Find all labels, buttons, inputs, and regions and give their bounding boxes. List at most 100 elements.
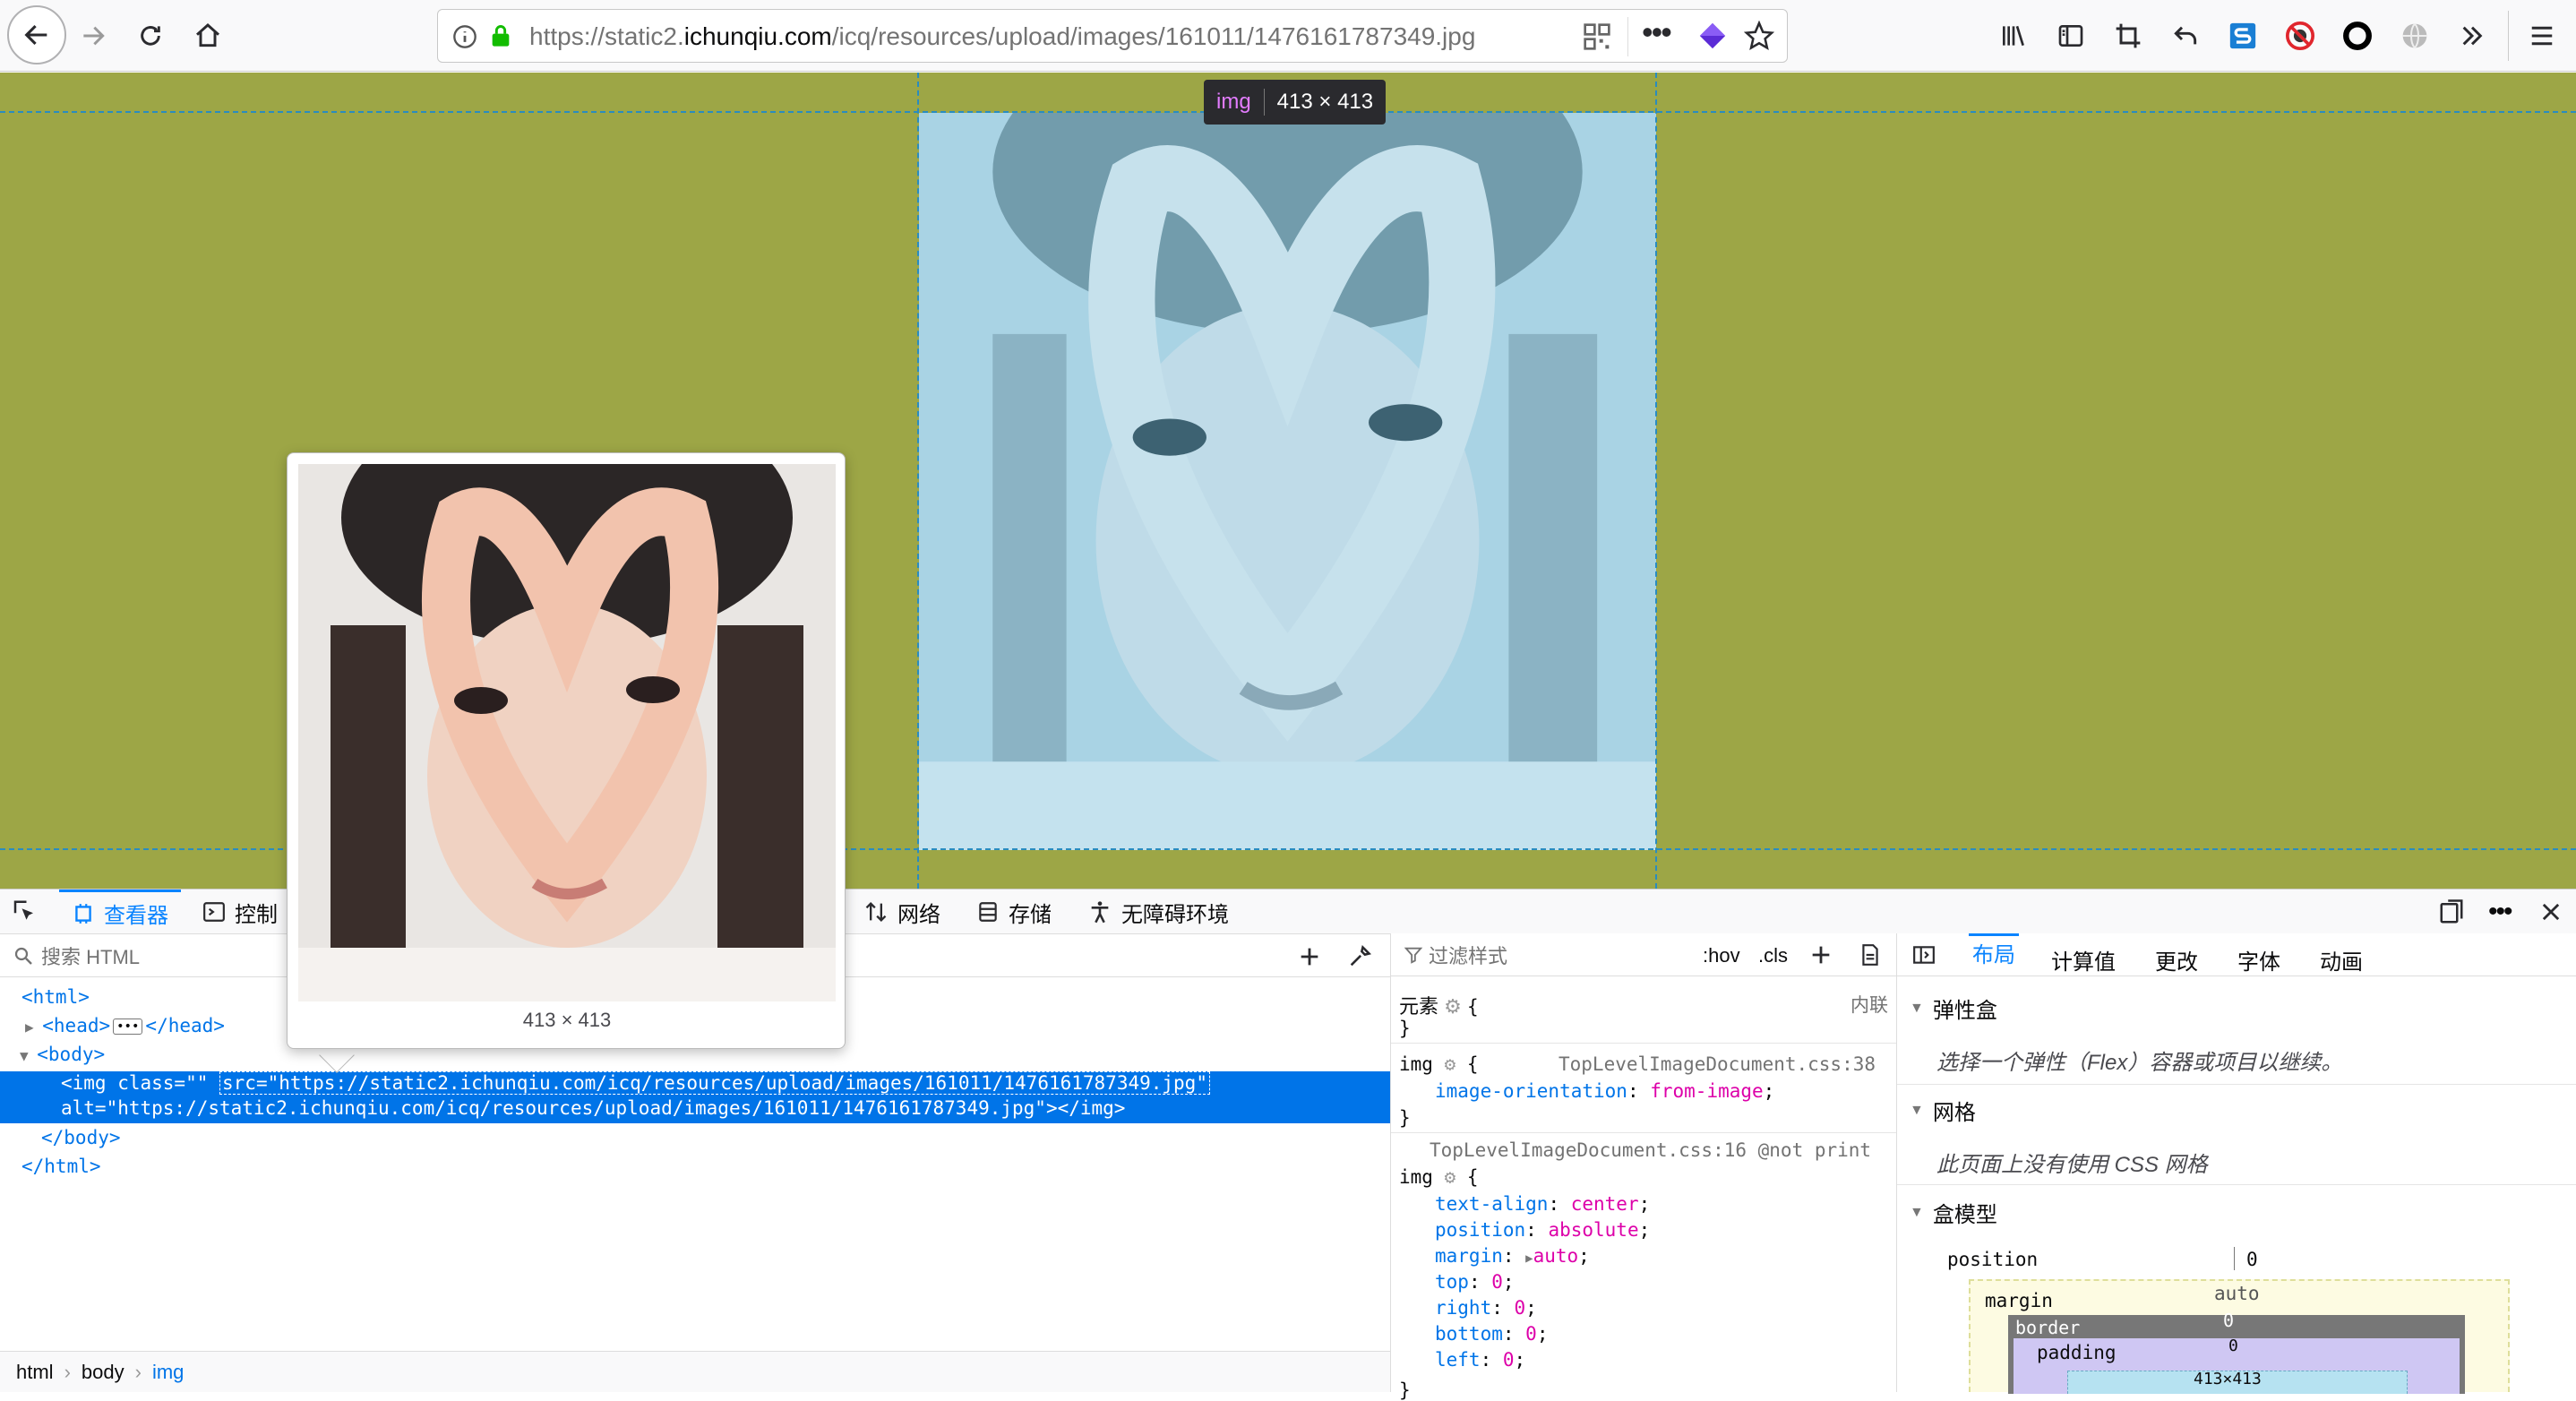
add-rule-icon[interactable] [1808, 942, 1833, 967]
rule1-decl[interactable]: image-orientation: from-image; [1435, 1080, 1774, 1102]
divider [1391, 1043, 1896, 1044]
box-position-label: position [1947, 1249, 2039, 1270]
flex-section-header[interactable]: ▼ 弹性盒 [1910, 993, 1997, 1024]
box-border-value[interactable]: 0 [2223, 1310, 2234, 1331]
tab-inspector[interactable]: 查看器 [59, 890, 181, 934]
gear-icon[interactable]: ⚙ [1445, 1166, 1456, 1188]
flex-message: 选择一个弹性（Flex）容器或项目以继续。 [1936, 1051, 2343, 1075]
info-icon[interactable] [452, 24, 477, 49]
box-model-section-header[interactable]: ▼ 盒模型 [1910, 1197, 1997, 1228]
box-padding-value[interactable]: 0 [2228, 1337, 2238, 1355]
markup-html-open[interactable]: <html> [21, 986, 90, 1008]
tab-computed[interactable]: 计算值 [2051, 944, 2116, 976]
rule2-source[interactable]: TopLevelImageDocument.css:16 @not print [1430, 1139, 1871, 1161]
chevron-down-icon: ▼ [1910, 1204, 1924, 1220]
tab-changes[interactable]: 更改 [2155, 944, 2198, 976]
extension-gem-icon[interactable] [1697, 21, 1728, 51]
rule-close-brace: } [1399, 1018, 1411, 1039]
guide-line-right [1655, 73, 1657, 889]
box-margin-top[interactable]: auto [2214, 1283, 2260, 1304]
close-devtools-button[interactable] [2538, 890, 2563, 934]
cls-toggle[interactable]: .cls [1758, 944, 1788, 967]
toggle-sidebar-icon[interactable] [1911, 943, 1936, 967]
home-icon [196, 23, 219, 47]
markup-body-open[interactable]: ▼ <body> [20, 1044, 105, 1065]
style-filter-bar[interactable]: 过滤样式 :hov .cls [1391, 933, 1896, 976]
sidebar-button[interactable] [2048, 13, 2094, 59]
crop-icon [2116, 23, 2141, 48]
url-bar[interactable]: https://static2.ichunqiu.com/icq/resourc… [437, 9, 1788, 63]
gear-icon[interactable]: ⚙ [1444, 995, 1462, 1018]
tab-console[interactable]: 控制 [202, 890, 278, 934]
hov-toggle[interactable]: :hov [1703, 944, 1740, 967]
extension-s-button[interactable] [2220, 13, 2266, 59]
s-logo-icon [2229, 22, 2256, 49]
screenshot-button[interactable] [2105, 13, 2151, 59]
chevron-double-right-icon [2462, 26, 2483, 46]
print-simulation-icon[interactable] [1859, 942, 1882, 967]
box-position-value[interactable]: 0 [2246, 1249, 2258, 1270]
markup-img-line1[interactable]: <img class="" src="https://static2.ichun… [61, 1071, 1210, 1095]
rule2-decl-position[interactable]: position: absolute; [1435, 1219, 1650, 1241]
rule2-decl-bottom[interactable]: bottom: 0; [1435, 1323, 1548, 1345]
divider [1627, 17, 1628, 56]
rule2-decl-top[interactable]: top: 0; [1435, 1271, 1515, 1293]
library-button[interactable] [1990, 13, 2037, 59]
rule2-decl-margin[interactable]: margin: ▶auto; [1435, 1245, 1590, 1267]
tab-layout[interactable]: 布局 [1969, 933, 2019, 976]
reload-button[interactable] [127, 13, 174, 59]
arrow-right-icon [83, 26, 105, 46]
url-text[interactable]: https://static2.ichunqiu.com/icq/resourc… [529, 22, 1475, 51]
gear-icon[interactable]: ⚙ [1445, 1053, 1456, 1075]
rule2-decl-right[interactable]: right: 0; [1435, 1297, 1537, 1319]
qr-code-icon[interactable] [1583, 22, 1611, 51]
rule2-decl-left[interactable]: left: 0; [1435, 1349, 1525, 1371]
divider [1896, 933, 1897, 1392]
undo-button[interactable] [2162, 13, 2209, 59]
expand-arrow-icon[interactable]: ▶ [1525, 1251, 1533, 1266]
rule1-source[interactable]: TopLevelImageDocument.css:38 [1558, 1053, 1876, 1075]
page-image-highlighted[interactable] [919, 113, 1656, 850]
markup-head[interactable]: ▶ <head> ••• </head> [25, 1015, 225, 1036]
star-bookmark-icon[interactable] [1744, 21, 1774, 51]
ellipsis-icon[interactable]: ••• [113, 1019, 143, 1035]
eyedropper-icon[interactable] [1347, 944, 1372, 969]
extension-globe-button[interactable] [2391, 13, 2438, 59]
extension-circle-button[interactable] [2334, 13, 2381, 59]
tab-animations[interactable]: 动画 [2320, 944, 2363, 976]
rule2-decl-text-align[interactable]: text-align: center; [1435, 1193, 1650, 1215]
sidebar-icon [2058, 25, 2083, 47]
home-button[interactable] [185, 13, 231, 59]
overflow-button[interactable] [2449, 13, 2495, 59]
pick-element-button[interactable] [11, 890, 38, 934]
breadcrumb-body[interactable]: body [82, 1361, 125, 1384]
tab-storage[interactable]: 存储 [976, 890, 1052, 934]
add-node-icon[interactable] [1297, 944, 1322, 969]
breadcrumb-html[interactable]: html [16, 1361, 54, 1384]
markup-html-close[interactable]: </html> [21, 1156, 101, 1177]
grid-section-header[interactable]: ▼ 网格 [1910, 1095, 1976, 1126]
rule2-selector[interactable]: img ⚙ { [1399, 1166, 1479, 1188]
markup-img-line2[interactable]: alt="https://static2.ichunqiu.com/icq/re… [61, 1097, 1125, 1119]
box-content: 413×413 [2067, 1370, 2408, 1394]
divider [2508, 11, 2509, 61]
portrait-photo-icon [298, 464, 836, 1001]
tab-fonts[interactable]: 字体 [2237, 944, 2280, 976]
lock-icon[interactable] [488, 22, 513, 49]
tab-network[interactable]: 网络 [863, 890, 940, 934]
tab-accessibility[interactable]: 无障碍环境 [1087, 890, 1229, 934]
tab-console-label: 控制 [235, 902, 278, 927]
inspector-icon [75, 903, 91, 924]
markup-body-close[interactable]: </body> [41, 1127, 121, 1148]
back-button[interactable] [7, 5, 66, 64]
menu-button[interactable] [2519, 13, 2565, 59]
page-actions-icon[interactable]: ••• [1642, 13, 1672, 51]
extension-block-button[interactable] [2277, 13, 2323, 59]
forward-button[interactable] [70, 13, 116, 59]
search-icon [14, 947, 32, 965]
rule1-selector[interactable]: img ⚙ { [1399, 1053, 1479, 1075]
dock-button[interactable] [2438, 890, 2465, 934]
devtools-more-icon[interactable]: ••• [2488, 890, 2512, 934]
breadcrumb-img[interactable]: img [152, 1361, 184, 1384]
divider [1263, 89, 1265, 116]
